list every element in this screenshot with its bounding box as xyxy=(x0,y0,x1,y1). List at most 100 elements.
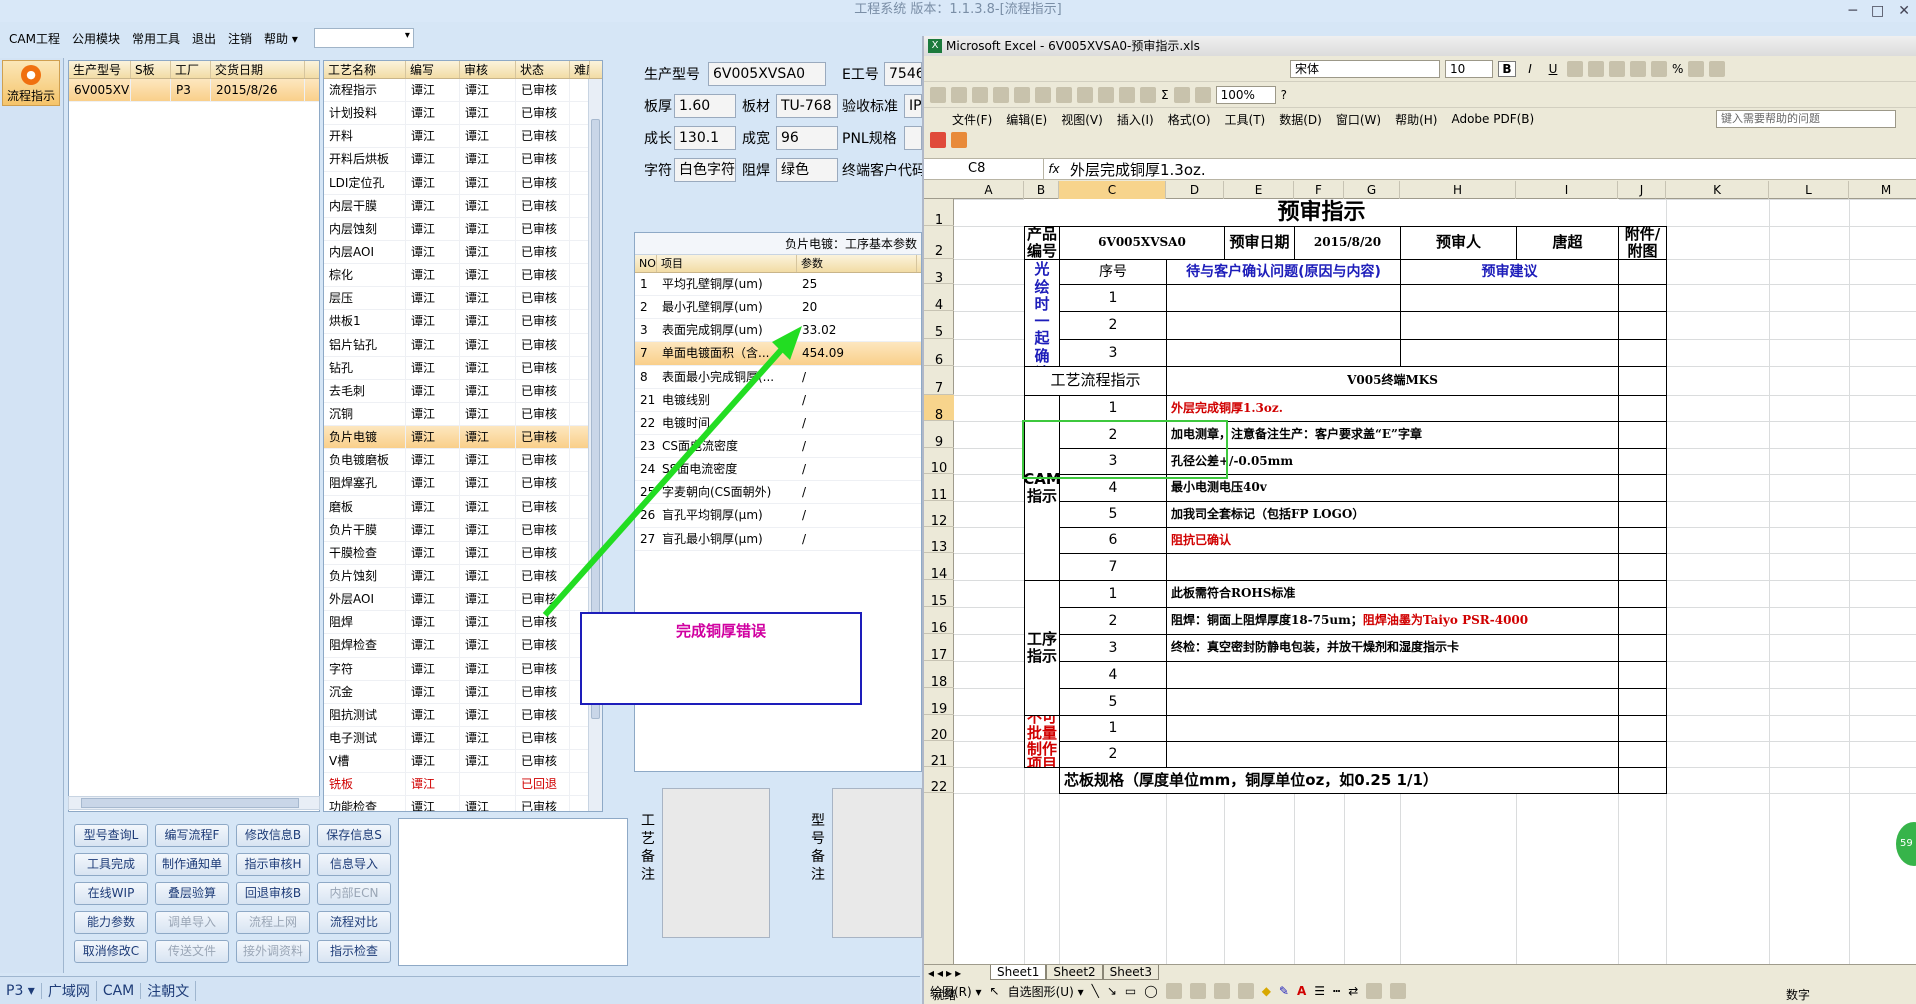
material-field[interactable]: TU-768 xyxy=(776,94,838,118)
row-header[interactable]: 20 xyxy=(924,715,954,743)
table-row[interactable]: 阻焊检查 谭江 谭江 已审核 xyxy=(324,634,602,658)
a-1[interactable] xyxy=(1618,284,1667,312)
column-header[interactable]: 参数 xyxy=(797,255,917,272)
column-header[interactable]: F xyxy=(1294,181,1344,199)
cam-attach[interactable] xyxy=(1618,395,1667,422)
row-header[interactable]: 11 xyxy=(924,474,954,503)
proc-seq[interactable]: 1 xyxy=(1059,580,1167,608)
menu-item[interactable]: 注销 xyxy=(222,30,258,47)
action-button[interactable]: 制作通知单 xyxy=(155,853,229,876)
proc-seq[interactable]: 3 xyxy=(1059,634,1167,662)
proc-attach[interactable] xyxy=(1618,634,1667,662)
row-header[interactable]: 3 xyxy=(924,259,954,286)
print-icon[interactable] xyxy=(993,86,1009,103)
help-search-input[interactable]: 键入需要帮助的问题 xyxy=(1716,110,1896,128)
cam-seq[interactable]: 1 xyxy=(1059,395,1167,422)
flow-indicate-button[interactable]: ● 流程指示 xyxy=(2,60,60,106)
table-row[interactable]: 2 最小孔壁铜厚(um) 20 xyxy=(635,296,921,320)
flow-attach[interactable] xyxy=(1618,366,1667,396)
row-header[interactable]: 21 xyxy=(924,741,954,769)
table-row[interactable]: 流程指示 谭江 谭江 已审核 xyxy=(324,79,602,103)
table-row[interactable]: 层压 谭江 谭江 已审核 xyxy=(324,287,602,311)
mask-field[interactable]: 绿色 xyxy=(776,158,838,182)
q-1[interactable] xyxy=(1166,284,1401,312)
reviewer[interactable]: 唐超 xyxy=(1516,226,1619,260)
chart-icon[interactable] xyxy=(1194,86,1211,103)
column-header[interactable]: 审核 xyxy=(460,61,516,78)
action-button[interactable]: 流程上网 xyxy=(236,911,310,934)
cannot-a1[interactable] xyxy=(1618,715,1667,742)
table-row[interactable]: 内层干膜 谭江 谭江 已审核 xyxy=(324,194,602,218)
zoom-select[interactable]: 100% xyxy=(1215,85,1276,104)
proc-item[interactable]: 此板需符合ROHS标准 xyxy=(1166,580,1619,608)
column-header[interactable]: 交货日期 xyxy=(211,61,305,78)
action-button[interactable]: 接外调资料 xyxy=(236,940,310,963)
action-button[interactable]: 型号查询L xyxy=(74,824,148,847)
merge-icon[interactable] xyxy=(1630,60,1646,77)
new-icon[interactable] xyxy=(930,86,946,103)
seq-3[interactable]: 3 xyxy=(1059,339,1167,367)
proc-item[interactable]: 阻焊：铜面上阻焊厚度18-75um； 阻焊油墨为Taiyo PSR-4000 xyxy=(1166,607,1619,635)
bold-button[interactable]: B xyxy=(1498,60,1516,77)
row-header[interactable]: 8 xyxy=(924,395,954,423)
scrollbar-thumb[interactable] xyxy=(81,798,299,808)
pdf-mail-icon[interactable] xyxy=(951,132,967,148)
cam-item[interactable]: 孔径公差+/-0.05mm xyxy=(1166,448,1619,475)
core-spec-attach[interactable] xyxy=(1618,767,1667,794)
column-header[interactable]: K xyxy=(1666,181,1769,199)
product-no-header[interactable]: 产品编号 xyxy=(1024,226,1060,260)
excel-menu-item[interactable]: 文件(F) xyxy=(952,111,992,128)
row-header[interactable]: 14 xyxy=(924,553,954,582)
table-row[interactable]: 阻抗测试 谭江 谭江 已审核 xyxy=(324,703,602,727)
column-header[interactable]: A xyxy=(954,181,1024,199)
column-header[interactable]: 工艺名称 xyxy=(324,61,406,78)
spell-icon[interactable] xyxy=(1035,86,1051,103)
action-button[interactable]: 流程对比 xyxy=(317,911,391,934)
proc-attach[interactable] xyxy=(1618,607,1667,635)
standard-field[interactable]: IP xyxy=(904,94,922,118)
length-field[interactable]: 130.1 xyxy=(674,126,736,150)
seq-header[interactable]: 序号 xyxy=(1059,259,1167,285)
cam-item[interactable]: 外层完成铜厚1.3oz. xyxy=(1166,395,1619,422)
sort-icon[interactable] xyxy=(1173,86,1190,103)
align-right-icon[interactable] xyxy=(1609,60,1625,77)
paste-icon[interactable] xyxy=(1098,86,1114,103)
help-icon[interactable]: ? xyxy=(1281,88,1287,102)
status-segment[interactable]: P3 ▾ xyxy=(0,982,42,999)
question-header[interactable]: 待与客户确认问题(原因与内容) xyxy=(1166,259,1401,285)
flow-value[interactable]: V005终端MKS xyxy=(1166,366,1619,396)
action-button[interactable]: 调单导入 xyxy=(155,911,229,934)
product-no[interactable]: 6V005XVSA0 xyxy=(1059,226,1225,260)
action-button[interactable]: 能力参数 xyxy=(74,911,148,934)
action-button[interactable]: 传送文件 xyxy=(155,940,229,963)
sheet-tab[interactable]: Sheet3 xyxy=(1102,965,1159,980)
column-header[interactable]: D xyxy=(1166,181,1224,199)
proc-item[interactable]: 终检：真空密封防静电包装，并放干燥剂和湿度指示卡 xyxy=(1166,634,1619,662)
character-field[interactable]: 白色字符 xyxy=(674,158,736,182)
cannot-2[interactable] xyxy=(1166,741,1619,768)
proc-attach[interactable] xyxy=(1618,688,1667,716)
row-header[interactable]: 4 xyxy=(924,284,954,313)
font-select[interactable]: 宋体 xyxy=(1290,59,1440,78)
pdf-icon[interactable] xyxy=(930,132,946,148)
action-button[interactable]: 在线WIP xyxy=(74,882,148,905)
menu-item[interactable]: 公用模块 xyxy=(66,30,126,47)
column-header[interactable]: B xyxy=(1024,181,1059,199)
memo-box[interactable] xyxy=(398,818,628,966)
sheet-title[interactable]: 预审指示 xyxy=(1024,199,1619,227)
model-notes-box[interactable] xyxy=(832,788,922,938)
table-row[interactable]: 开料后烘板 谭江 谭江 已审核 xyxy=(324,148,602,172)
proc-item[interactable] xyxy=(1166,688,1619,716)
cam-attach[interactable] xyxy=(1618,474,1667,502)
status-segment[interactable]: 广域网 xyxy=(42,980,97,1001)
row-header[interactable]: 13 xyxy=(924,527,954,555)
column-header[interactable]: J xyxy=(1618,181,1666,199)
blank[interactable] xyxy=(1618,259,1667,285)
suggest-header[interactable]: 预审建议 xyxy=(1400,259,1619,285)
reviewer-header[interactable]: 预审人 xyxy=(1400,226,1517,260)
flow-label[interactable]: 工艺流程指示 xyxy=(1024,366,1167,396)
excel-menu-item[interactable]: 编辑(E) xyxy=(1006,111,1047,128)
excel-menu-item[interactable]: 视图(V) xyxy=(1061,111,1103,128)
table-row[interactable]: V槽 谭江 谭江 已审核 xyxy=(324,750,602,774)
fill-color-icon[interactable] xyxy=(1709,60,1726,77)
